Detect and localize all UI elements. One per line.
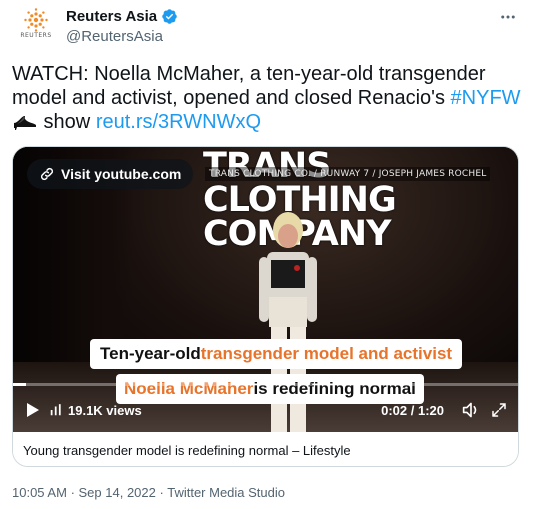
- tweet: REUTERS Reuters Asia @ReutersAsia WATCH:…: [0, 0, 535, 509]
- display-name[interactable]: Reuters Asia: [66, 8, 157, 25]
- tweet-text-body: WATCH: Noella McMaher, a ten-year-old tr…: [12, 63, 486, 109]
- meta-separator-1: ·: [70, 485, 79, 500]
- subtitle-1-highlight: transgender model and activist: [200, 344, 453, 363]
- avatar[interactable]: REUTERS: [14, 6, 58, 50]
- video-subtitle-1: Ten-year-old transgender model and activ…: [90, 339, 463, 369]
- media-card[interactable]: TRANS CLOTHING COMPANY TRANS CLOTHING CO…: [12, 146, 519, 467]
- video-overlay-caption: TRANS CLOTHING CO. / RUNWAY 7 / JOSEPH J…: [205, 167, 491, 181]
- tweet-text: WATCH: Noella McMaher, a ten-year-old tr…: [12, 62, 522, 137]
- fullscreen-icon[interactable]: [488, 399, 510, 421]
- tweet-source[interactable]: Twitter Media Studio: [167, 485, 285, 500]
- volume-icon[interactable]: [460, 399, 482, 421]
- more-options-icon[interactable]: [497, 6, 519, 28]
- video-controls: 19.1K views 0:02 / 1:20: [13, 388, 518, 432]
- video-progress-fill: [13, 383, 26, 386]
- video-progress-bar[interactable]: [13, 383, 518, 386]
- reuters-logo-icon: [24, 8, 48, 32]
- play-icon[interactable]: [23, 400, 43, 420]
- card-caption[interactable]: Young transgender model is redefining no…: [13, 432, 518, 466]
- tweet-meta: 10:05 AM · Sep 14, 2022 · Twitter Media …: [12, 485, 285, 500]
- tweet-link[interactable]: reut.rs/3RWNWxQ: [96, 111, 261, 133]
- subtitle-1-plain: Ten-year-old: [100, 344, 201, 363]
- handle[interactable]: @ReutersAsia: [66, 28, 178, 45]
- view-count: 19.1K views: [49, 403, 142, 418]
- view-count-label: 19.1K views: [68, 402, 142, 418]
- video-time: 0:02 / 1:20: [381, 402, 444, 418]
- tweet-time[interactable]: 10:05 AM: [12, 485, 67, 500]
- visit-youtube-label: Visit youtube.com: [61, 166, 182, 182]
- hashtag-link[interactable]: #NYFW: [451, 87, 521, 109]
- views-chart-icon: [50, 404, 61, 416]
- tweet-text-show: show: [38, 111, 96, 133]
- high-heel-emoji-icon: [12, 111, 38, 137]
- video-player[interactable]: TRANS CLOTHING COMPANY TRANS CLOTHING CO…: [13, 147, 518, 432]
- verified-badge-icon: [162, 9, 177, 24]
- link-icon: [40, 167, 54, 181]
- avatar-text: REUTERS: [20, 32, 52, 39]
- author-info: Reuters Asia @ReutersAsia: [66, 8, 178, 45]
- tweet-date[interactable]: Sep 14, 2022: [79, 485, 156, 500]
- visit-youtube-button[interactable]: Visit youtube.com: [27, 159, 194, 189]
